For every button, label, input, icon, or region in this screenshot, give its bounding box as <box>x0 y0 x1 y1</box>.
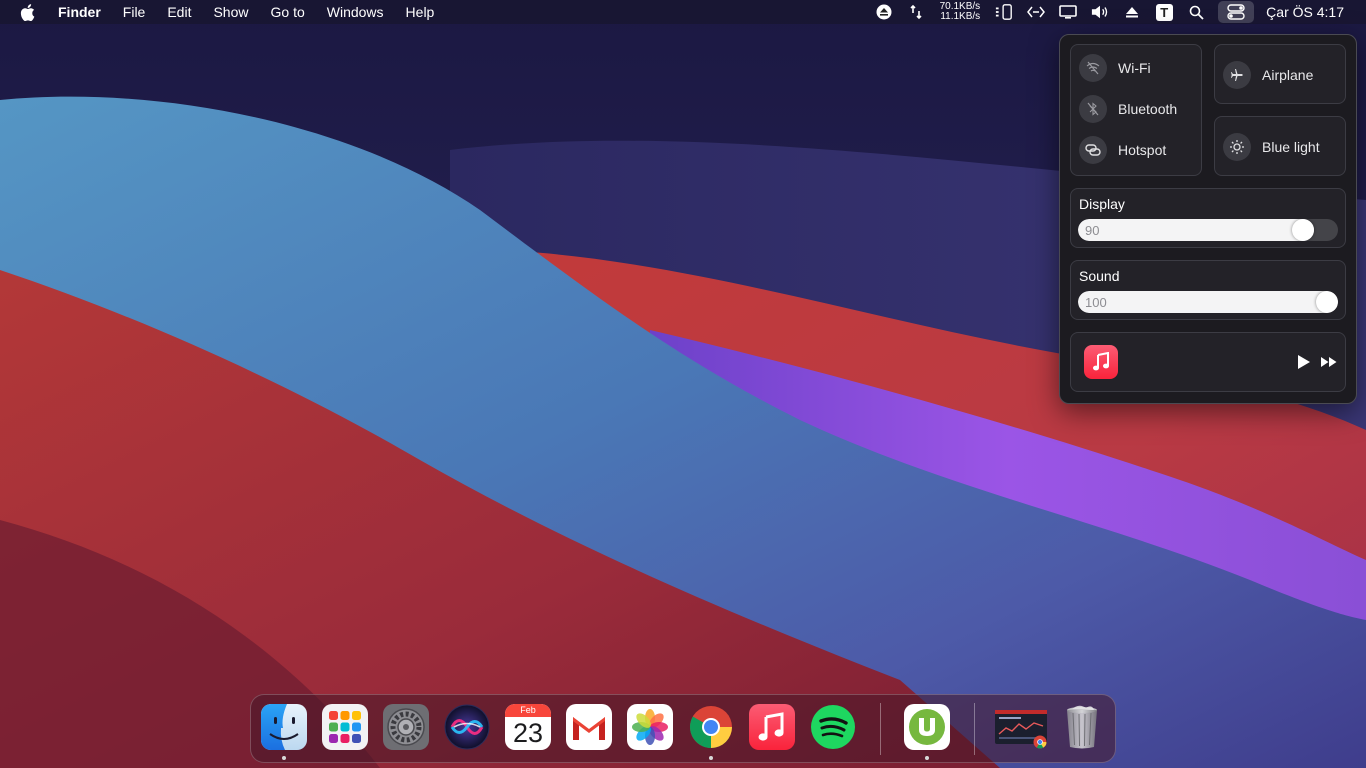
transfer-arrows-icon[interactable] <box>907 3 925 21</box>
wifi-label: Wi-Fi <box>1118 60 1151 76</box>
display-brightness-slider[interactable]: 90 <box>1078 219 1338 241</box>
bluetooth-off-icon <box>1079 95 1107 123</box>
sound-title: Sound <box>1079 268 1120 284</box>
text-input-badge-icon[interactable]: T <box>1155 3 1173 21</box>
display-tile: Display 90 <box>1070 188 1346 248</box>
menu-edit[interactable]: Edit <box>167 4 191 20</box>
dock: Feb 23 <box>250 694 1116 763</box>
airplane-icon <box>1223 61 1251 89</box>
sound-tile: Sound 100 <box>1070 260 1346 320</box>
apple-music-icon[interactable] <box>749 704 795 750</box>
menu-windows[interactable]: Windows <box>327 4 384 20</box>
menubar-clock[interactable]: Çar ÖS 4:17 <box>1266 4 1344 20</box>
bluetooth-toggle[interactable]: Bluetooth <box>1079 95 1177 123</box>
display-slider-knob[interactable] <box>1292 219 1314 241</box>
trash-icon[interactable] <box>1059 704 1105 750</box>
menu-help[interactable]: Help <box>406 4 435 20</box>
menu-go-to[interactable]: Go to <box>271 4 305 20</box>
finder-icon[interactable] <box>261 704 307 750</box>
fast-forward-icon[interactable] <box>1320 355 1338 369</box>
menu-file[interactable]: File <box>123 4 146 20</box>
sound-slider-fill <box>1078 291 1338 313</box>
launchpad-icon[interactable] <box>322 704 368 750</box>
calendar-icon[interactable]: Feb 23 <box>505 704 551 750</box>
chrome-running-indicator <box>709 756 713 760</box>
gmail-icon[interactable] <box>566 704 612 750</box>
music-icon[interactable] <box>1084 345 1118 379</box>
control-center-panel: Wi-Fi Bluetooth Hotspot Airplane Blue li… <box>1059 34 1357 404</box>
spotify-icon[interactable] <box>810 704 856 750</box>
menu-finder[interactable]: Finder <box>58 4 101 20</box>
volume-icon[interactable] <box>1091 3 1109 21</box>
display-icon[interactable] <box>1059 3 1077 21</box>
utorrent-icon[interactable] <box>904 704 950 750</box>
apple-logo-icon[interactable] <box>20 2 40 22</box>
media-tile <box>1070 332 1346 392</box>
connectivity-tile: Wi-Fi Bluetooth Hotspot <box>1070 44 1202 176</box>
menu-bar: Finder File Edit Show Go to Windows Help… <box>0 0 1366 24</box>
bluetooth-label: Bluetooth <box>1118 101 1178 117</box>
sound-slider-value: 100 <box>1085 295 1107 310</box>
finder-running-indicator <box>282 756 286 760</box>
siri-icon[interactable] <box>444 704 490 750</box>
sun-icon <box>1223 133 1251 161</box>
spotlight-search-icon[interactable] <box>1187 3 1205 21</box>
calendar-month: Feb <box>505 704 551 717</box>
blue-light-label: Blue light <box>1262 139 1320 155</box>
hotspot-toggle[interactable]: Hotspot <box>1079 136 1166 164</box>
code-arrows-icon[interactable] <box>1027 3 1046 21</box>
minimized-chrome-window-icon[interactable] <box>994 704 1050 750</box>
system-preferences-icon[interactable] <box>383 704 429 750</box>
phone-icon[interactable] <box>995 3 1013 21</box>
control-center-toggle-icon[interactable] <box>1218 1 1255 23</box>
airplane-label: Airplane <box>1262 67 1314 83</box>
display-slider-value: 90 <box>1085 223 1100 238</box>
wifi-toggle[interactable]: Wi-Fi <box>1079 54 1151 82</box>
play-icon[interactable] <box>1297 354 1313 370</box>
wifi-off-icon <box>1079 54 1107 82</box>
sound-slider-knob[interactable] <box>1316 291 1338 313</box>
photos-icon[interactable] <box>627 704 673 750</box>
upload-circle-icon[interactable] <box>875 3 893 21</box>
network-speed: 70.1KB/s 11.1KB/s <box>940 2 981 22</box>
airplane-tile[interactable]: Airplane <box>1214 44 1346 104</box>
dock-separator <box>974 703 975 755</box>
calendar-day: 23 <box>512 718 544 748</box>
display-slider-fill <box>1078 219 1314 241</box>
display-title: Display <box>1079 196 1125 212</box>
utorrent-running-indicator <box>925 756 929 760</box>
dock-separator <box>880 703 881 755</box>
chrome-icon[interactable] <box>688 704 734 750</box>
hotspot-label: Hotspot <box>1118 142 1167 158</box>
eject-icon[interactable] <box>1123 3 1141 21</box>
menu-show[interactable]: Show <box>213 4 248 20</box>
network-download-speed: 11.1KB/s <box>940 11 981 22</box>
blue-light-tile[interactable]: Blue light <box>1214 116 1346 176</box>
hotspot-icon <box>1079 136 1107 164</box>
sound-volume-slider[interactable]: 100 <box>1078 291 1338 313</box>
